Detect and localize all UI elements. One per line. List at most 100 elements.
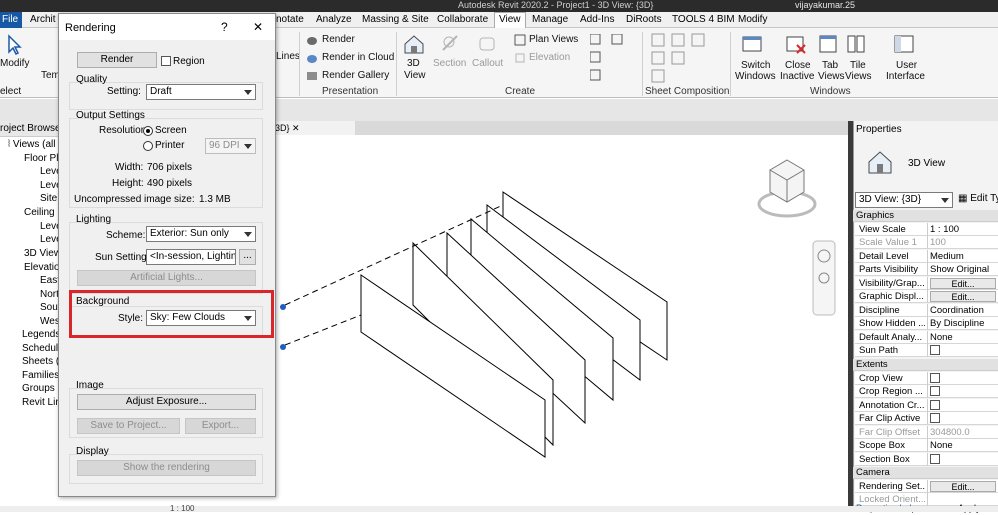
elevation-button[interactable]: Elevation <box>529 52 570 63</box>
section-button[interactable]: Section <box>433 58 466 69</box>
edit-button[interactable]: Edit... <box>930 291 996 302</box>
project-browser-header: roject Browser - <box>0 121 70 137</box>
edit-type-button[interactable]: ▦ Edit Ty <box>958 193 998 204</box>
switch-windows-button-top[interactable]: Switch <box>741 60 770 71</box>
user-interface-button-top[interactable]: User <box>896 60 917 71</box>
prop-visibility-graphics[interactable]: Visibility/Grap... Edit... <box>855 277 998 290</box>
prop-show-hidden[interactable]: Show Hidden ... By Discipline <box>855 317 998 330</box>
help-icon[interactable]: ? <box>221 20 228 34</box>
render-button[interactable]: Render <box>322 34 355 45</box>
prop-crop-view[interactable]: Crop View <box>855 372 998 385</box>
render-in-cloud-button[interactable]: Render in Cloud <box>322 52 394 63</box>
tab-views-button[interactable]: Views <box>818 71 845 82</box>
prop-view-scale[interactable]: View Scale 1 : 100 <box>855 223 998 236</box>
plan-views-button[interactable]: Plan Views <box>529 34 578 45</box>
browser-item[interactable]: Groups <box>22 383 55 394</box>
render-gallery-button[interactable]: Render Gallery <box>322 70 389 81</box>
crop-view-checkbox[interactable] <box>930 373 940 384</box>
callout-button[interactable]: Callout <box>472 58 503 69</box>
show-rendering-button[interactable]: Show the rendering <box>77 460 256 476</box>
tile-views-button[interactable]: Views <box>845 71 872 82</box>
window-title: Autodesk Revit 2020.2 - Project1 - 3D Vi… <box>458 0 654 10</box>
browser-item[interactable]: 3D View <box>24 248 61 259</box>
tab-add-ins[interactable]: Add-Ins <box>580 13 614 27</box>
prop-default-analysis[interactable]: Default Analy... None <box>855 331 998 344</box>
prop-section-box[interactable]: Section Box <box>855 453 998 466</box>
region-label: Region <box>173 56 205 67</box>
view-type-selector[interactable]: 3D View: {3D} <box>855 192 953 208</box>
screen-radio[interactable] <box>143 126 153 136</box>
group-camera[interactable]: Camera <box>853 467 998 479</box>
viewcube-icon[interactable] <box>756 152 818 224</box>
sun-setting-more-button[interactable]: ... <box>239 249 256 265</box>
far-clip-checkbox[interactable] <box>930 413 940 424</box>
region-checkbox[interactable] <box>161 56 171 66</box>
grip-icon[interactable] <box>280 344 286 350</box>
group-graphics[interactable]: Graphics <box>853 210 998 222</box>
quality-setting-dropdown[interactable]: Draft <box>146 84 256 100</box>
browser-item[interactable]: Legends <box>22 329 60 340</box>
prop-far-clip-active[interactable]: Far Clip Active <box>855 412 998 425</box>
close-inactive-button[interactable]: Inactive <box>780 71 814 82</box>
rendering-settings-edit-button[interactable]: Edit... <box>930 481 996 492</box>
prop-parts-visibility[interactable]: Parts Visibility Show Original <box>855 263 998 276</box>
close-inactive-button-top[interactable]: Close <box>785 60 811 71</box>
browser-item[interactable]: East <box>40 275 60 286</box>
crop-region-checkbox[interactable] <box>930 386 940 397</box>
save-to-project-button[interactable]: Save to Project... <box>77 418 180 434</box>
edit-button[interactable]: Edit... <box>930 278 996 289</box>
prop-rendering-settings[interactable]: Rendering Set... Edit... <box>855 480 998 493</box>
prop-sun-path[interactable]: Sun Path <box>855 344 998 357</box>
scheme-label: Scheme: <box>106 230 146 241</box>
navigation-bar-icon[interactable] <box>812 240 836 316</box>
render-button[interactable]: Render <box>77 52 157 68</box>
group-extents[interactable]: Extents <box>853 359 998 371</box>
tile-views-button-top[interactable]: Tile <box>850 60 866 71</box>
close-icon[interactable]: ✕ <box>292 123 300 133</box>
prop-crop-region[interactable]: Crop Region ... <box>855 385 998 398</box>
prop-scope-box[interactable]: Scope Box None <box>855 439 998 452</box>
tab-views-button-top[interactable]: Tab <box>822 60 838 71</box>
tab-diroots[interactable]: DiRoots <box>626 13 662 27</box>
artificial-lights-button[interactable]: Artificial Lights... <box>77 270 256 286</box>
prop-detail-level[interactable]: Detail Level Medium <box>855 250 998 263</box>
annotation-crop-checkbox[interactable] <box>930 400 940 411</box>
browser-item[interactable]: Site <box>40 193 57 204</box>
tab-modify[interactable]: Modify <box>738 13 767 27</box>
modify-button[interactable]: Modify <box>0 58 29 69</box>
tab-analyze[interactable]: Analyze <box>316 13 352 27</box>
user-interface-button[interactable]: Interface <box>886 71 925 82</box>
sun-setting-field[interactable]: <In-session, Lighting> <box>146 249 236 265</box>
switch-windows-button[interactable]: Windows <box>735 71 776 82</box>
tab-annotate[interactable]: notate <box>276 13 304 27</box>
prop-annotation-crop[interactable]: Annotation Cr... <box>855 399 998 412</box>
dpi-dropdown[interactable]: 96 DPI <box>205 138 256 154</box>
sun-path-checkbox[interactable] <box>930 345 940 356</box>
section-box-checkbox[interactable] <box>930 454 940 465</box>
browser-item[interactable]: Nort <box>40 289 59 300</box>
browser-item[interactable]: Families <box>22 370 59 381</box>
tab-tools4bim[interactable]: TOOLS 4 BIM <box>672 13 735 27</box>
tab-view[interactable]: View <box>494 12 526 29</box>
tab-massing-site[interactable]: Massing & Site <box>362 13 429 27</box>
file-tab[interactable]: File <box>0 12 22 28</box>
prop-graphic-display[interactable]: Graphic Displ... Edit... <box>855 290 998 303</box>
close-icon[interactable]: ✕ <box>253 20 263 34</box>
prop-discipline[interactable]: Discipline Coordination <box>855 304 998 317</box>
browser-item[interactable]: ⦚ Views (all <box>8 139 55 150</box>
export-button[interactable]: Export... <box>185 418 256 434</box>
adjust-exposure-button[interactable]: Adjust Exposure... <box>77 394 256 410</box>
printer-radio[interactable] <box>143 141 153 151</box>
3d-view-button[interactable]: View <box>404 70 426 81</box>
3d-view-button-top[interactable]: 3D <box>407 58 420 69</box>
browser-item[interactable]: Elevatio <box>24 262 60 273</box>
select-panel-label[interactable]: elect <box>0 86 21 97</box>
tab-architecture[interactable]: Archit <box>30 13 56 27</box>
user-name[interactable]: vijayakumar.25 <box>795 0 855 11</box>
grip-icon[interactable] <box>280 304 286 310</box>
callout-icon <box>479 37 495 51</box>
tab-manage[interactable]: Manage <box>532 13 568 27</box>
view-tab-3d[interactable]: 3D} ✕ <box>275 121 355 135</box>
tab-collaborate[interactable]: Collaborate <box>437 13 488 27</box>
lighting-scheme-dropdown[interactable]: Exterior: Sun only <box>146 226 256 242</box>
